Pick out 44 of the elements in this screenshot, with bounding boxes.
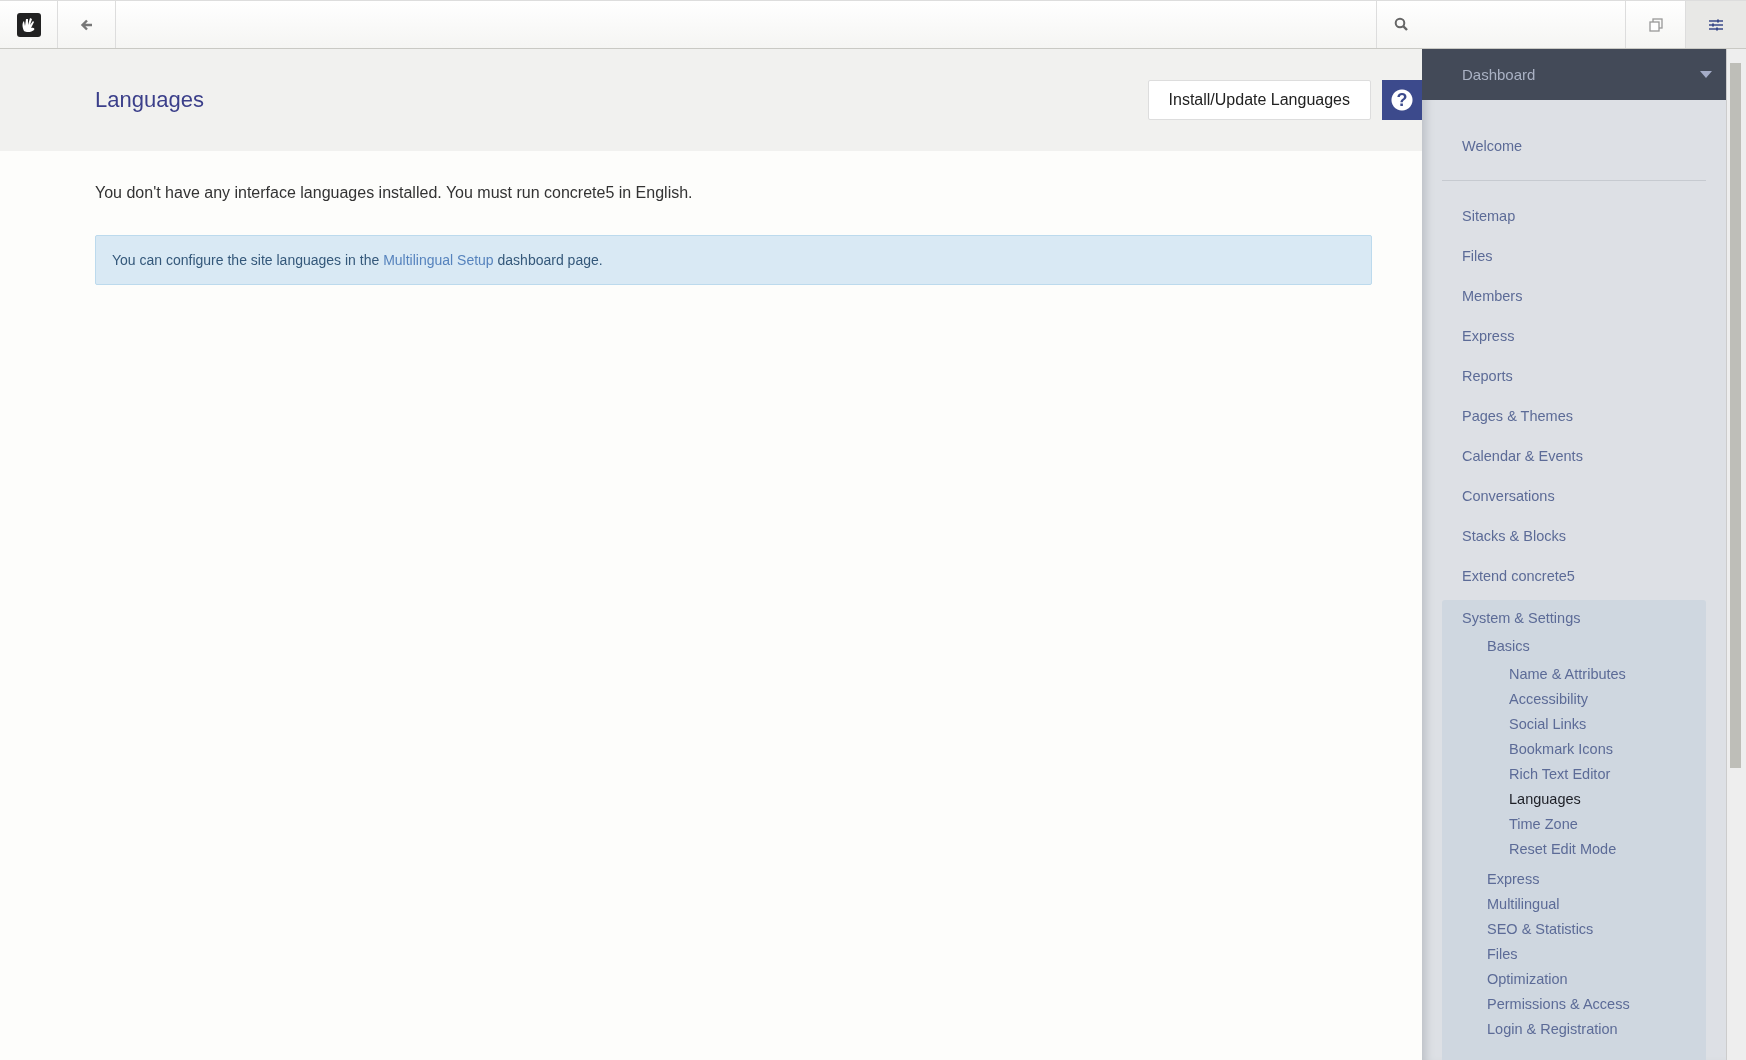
sidebar-item[interactable]: Welcome [1442, 136, 1706, 156]
search-icon [1394, 17, 1409, 32]
alert-text: You can configure the site languages in the Multilingual Setup dashboard page. [112, 252, 603, 268]
scrollbar[interactable] [1726, 49, 1746, 1060]
sidebar-item[interactable]: Extend concrete5 [1442, 566, 1706, 586]
sidebar-item[interactable]: Conversations [1442, 486, 1706, 506]
sidebar-item[interactable]: Social Links [1442, 712, 1706, 737]
install-languages-button[interactable]: Install/Update Languages [1147, 80, 1371, 120]
sidebar-item[interactable]: Reset Edit Mode [1442, 837, 1706, 862]
sidebar-title: Dashboard [1462, 66, 1536, 83]
sidebar-item[interactable]: Files [1442, 246, 1706, 266]
sidebar-item[interactable]: Express [1442, 326, 1706, 346]
search-field[interactable] [1376, 1, 1626, 48]
sidebar-item[interactable]: Rich Text Editor [1442, 762, 1706, 787]
sidebar-item[interactable]: Name & Attributes [1442, 662, 1706, 687]
copy-icon [1647, 16, 1664, 33]
sidebar-item[interactable]: Pages & Themes [1442, 406, 1706, 426]
sidebar-item[interactable]: Calendar & Events [1442, 446, 1706, 466]
sidebar-item[interactable]: Multilingual [1442, 892, 1706, 917]
help-button[interactable]: ? [1382, 80, 1422, 120]
settings-button[interactable] [1686, 1, 1746, 48]
sidebar-item[interactable]: System & Settings [1442, 608, 1706, 628]
caret-icon [1700, 71, 1712, 78]
sidebar-item[interactable]: Express [1442, 867, 1706, 892]
message-text: You don't have any interface languages installed. You must run concrete5 in English. [95, 184, 694, 202]
sidebar-item[interactable]: Bookmark Icons [1442, 737, 1706, 762]
left-arrow-icon [79, 17, 94, 32]
sidebar-item[interactable]: SEO & Statistics [1442, 917, 1706, 942]
sidebar-item[interactable]: Reports [1442, 366, 1706, 386]
sidebar-item[interactable]: Time Zone [1442, 812, 1706, 837]
sidebar-item[interactable]: Accessibility [1442, 687, 1706, 712]
sidebar-item[interactable]: Optimization [1442, 967, 1706, 992]
sidebar-item[interactable]: Members [1442, 286, 1706, 306]
sidebar-item[interactable]: Sitemap [1442, 206, 1706, 226]
sliders-icon [1708, 17, 1724, 32]
sidebar-item[interactable]: Files [1442, 942, 1706, 967]
sidebar-item[interactable]: Languages [1442, 787, 1706, 812]
sidebar-header[interactable]: Dashboard [1422, 49, 1726, 100]
sidebar-item[interactable]: Basics [1442, 634, 1706, 659]
multilingual-setup-link[interactable]: Multilingual Setup [383, 252, 494, 268]
sidebar-item[interactable]: Login & Registration [1442, 1017, 1706, 1042]
sidebar-item[interactable]: Stacks & Blocks [1442, 526, 1706, 546]
page-title: Languages [95, 87, 205, 113]
sidebar-item[interactable]: Permissions & Access [1442, 992, 1706, 1017]
